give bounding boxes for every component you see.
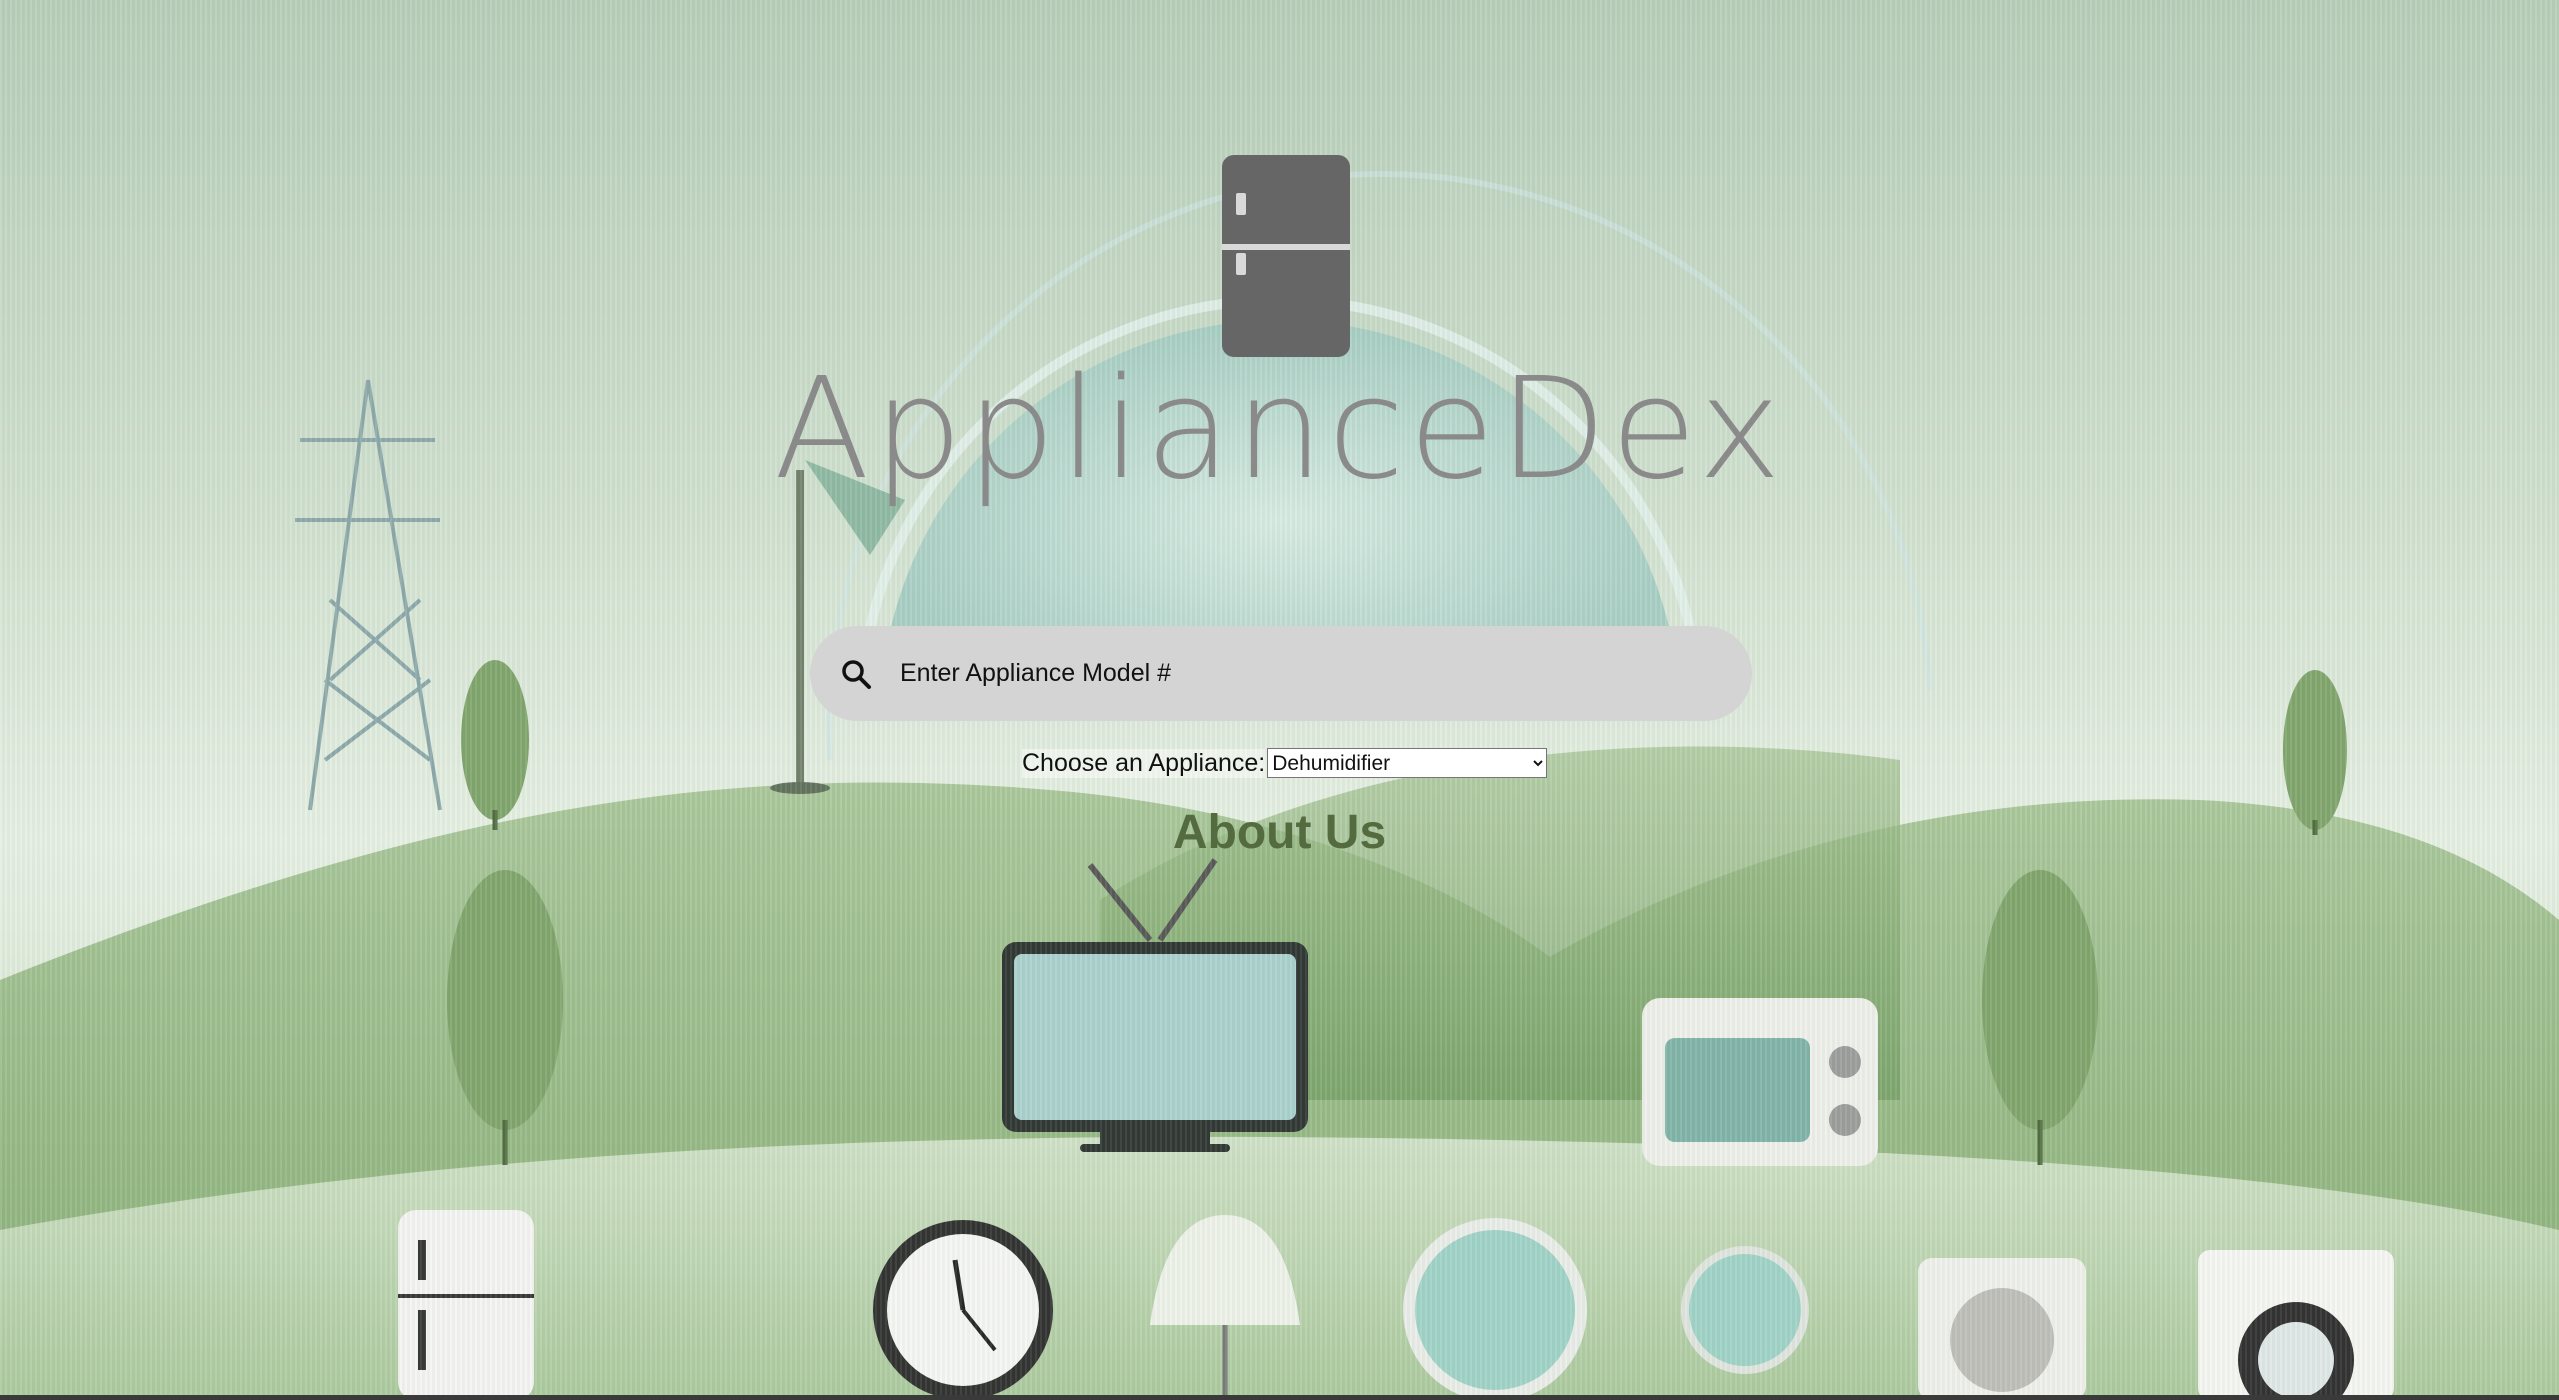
- microwave-illustration: [1642, 998, 1878, 1166]
- refrigerator-icon: [1222, 155, 1350, 357]
- bottom-border: [0, 1395, 2559, 1400]
- about-us-link[interactable]: About Us: [0, 805, 2559, 860]
- speaker-illustration: [1918, 1258, 2086, 1400]
- alarm-clock-illustration: [873, 1220, 1053, 1400]
- washing-machine-illustration: [2198, 1250, 2394, 1400]
- page: ApplianceDex Choose an Appliance: Dehumi…: [0, 0, 2559, 1400]
- model-number-input[interactable]: [898, 642, 1722, 705]
- search-bar[interactable]: [810, 626, 1752, 721]
- appliance-chooser: Choose an Appliance: Dehumidifier: [1022, 748, 1548, 778]
- fridge-illustration: [398, 1210, 534, 1400]
- appliance-select[interactable]: Dehumidifier: [1267, 748, 1548, 778]
- appliance-chooser-label: Choose an Appliance:: [1022, 748, 1266, 778]
- search-icon[interactable]: [836, 654, 876, 694]
- brand-title: ApplianceDex: [773, 348, 1786, 511]
